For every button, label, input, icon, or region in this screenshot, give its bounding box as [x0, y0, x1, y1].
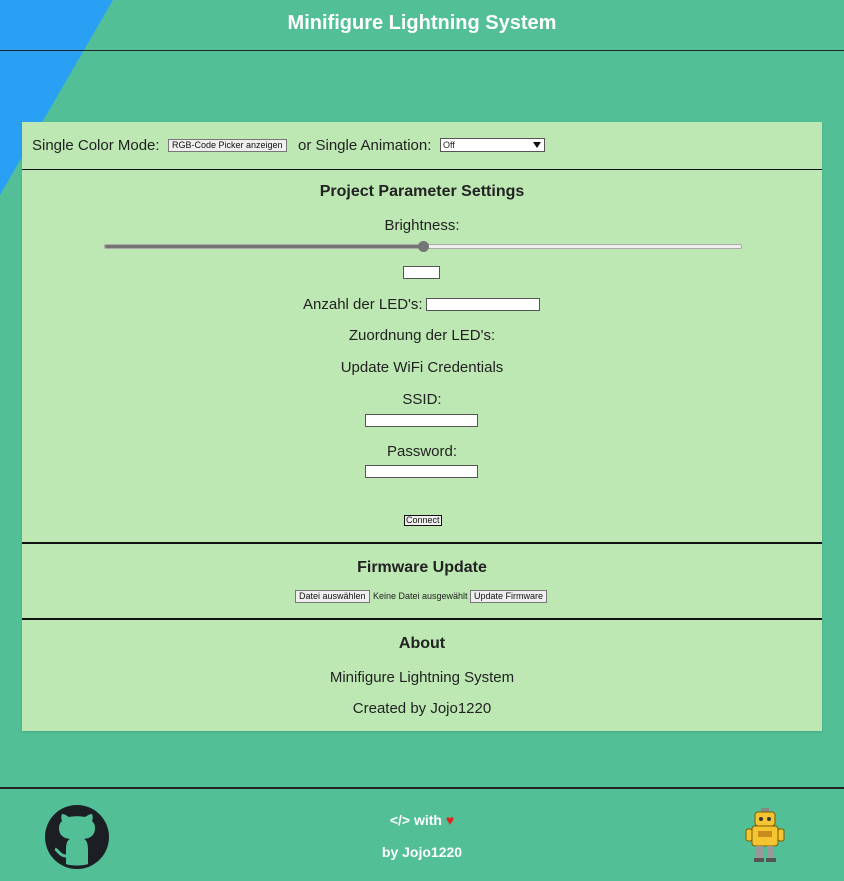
chevron-down-icon — [533, 142, 541, 148]
slider-thumb[interactable] — [418, 241, 429, 252]
led-mapping-label: Zuordnung der LED's: — [348, 327, 496, 344]
slider-fill — [105, 245, 423, 248]
mode-row: Single Color Mode: RGB-Code Picker anzei… — [22, 122, 822, 169]
single-color-label: Single Color Mode: — [32, 137, 160, 154]
rgb-picker-button[interactable]: RGB-Code Picker anzeigen — [168, 139, 287, 152]
animation-selected-value: Off — [443, 140, 455, 150]
footer: </> with ♥ by Jojo1220 — [0, 787, 844, 881]
animation-select[interactable]: Off — [440, 138, 545, 152]
ssid-input[interactable] — [365, 414, 478, 427]
about-title: About — [398, 635, 446, 652]
password-label: Password: — [386, 443, 458, 460]
code-icon: </> — [389, 812, 411, 828]
firmware-title: Firmware Update — [357, 559, 487, 576]
update-firmware-button[interactable]: Update Firmware — [470, 590, 548, 603]
by-line: by Jojo1220 — [381, 844, 463, 860]
ssid-label: SSID: — [402, 391, 442, 408]
password-input[interactable] — [365, 465, 478, 478]
made-with-line: </> with ♥ — [0, 812, 844, 828]
main-panel: Single Color Mode: RGB-Code Picker anzei… — [22, 122, 822, 731]
divider — [22, 169, 822, 170]
with-text: with — [413, 812, 442, 828]
animation-label: or Single Animation: — [298, 137, 432, 154]
wifi-title: Update WiFi Credentials — [340, 359, 504, 376]
led-count-label: Anzahl der LED's: — [303, 296, 423, 313]
brightness-slider[interactable] — [104, 241, 742, 252]
page-title: Minifigure Lightning System — [287, 12, 557, 34]
robot-icon — [745, 808, 785, 862]
choose-file-button[interactable]: Datei auswählen — [295, 590, 370, 603]
divider — [22, 542, 822, 544]
brightness-input[interactable] — [403, 266, 440, 279]
connect-button[interactable]: Connect — [404, 515, 442, 526]
no-file-text: Keine Datei ausgewählt — [373, 591, 468, 601]
about-author: Created by Jojo1220 — [352, 700, 492, 717]
header: Minifigure Lightning System — [0, 0, 844, 51]
about-app-name: Minifigure Lightning System — [329, 669, 515, 686]
brightness-label: Brightness: — [384, 217, 460, 234]
heart-icon: ♥ — [445, 812, 455, 828]
divider — [22, 618, 822, 620]
led-count-input[interactable] — [426, 298, 540, 311]
settings-title: Project Parameter Settings — [319, 183, 525, 200]
